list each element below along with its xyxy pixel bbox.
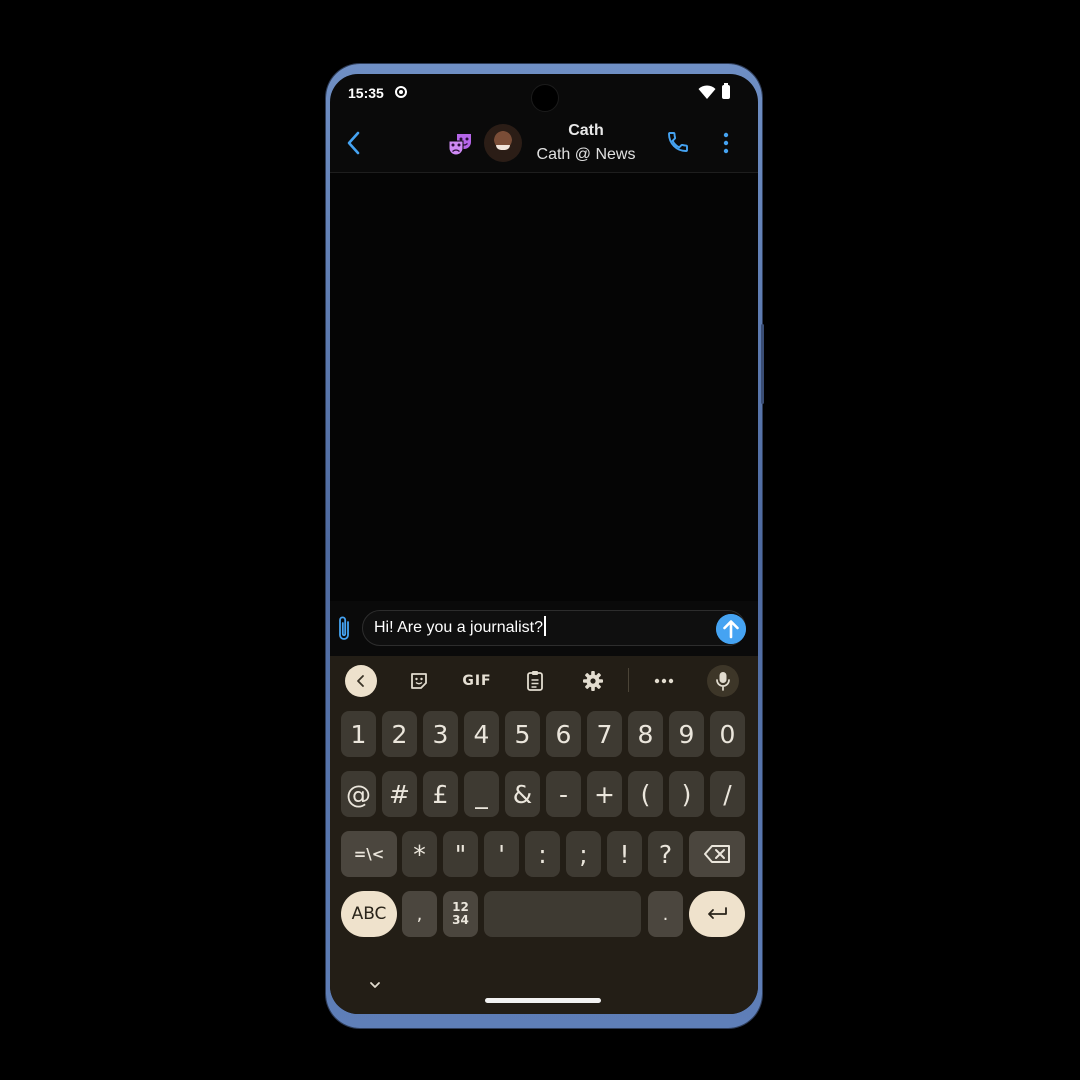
key-at[interactable]: @ bbox=[341, 771, 376, 817]
contact-avatar[interactable] bbox=[484, 124, 522, 162]
key-double-quote[interactable]: " bbox=[443, 831, 478, 877]
key-slash[interactable]: / bbox=[710, 771, 745, 817]
key-hash[interactable]: # bbox=[382, 771, 417, 817]
wifi-icon bbox=[698, 85, 716, 99]
battery-icon bbox=[722, 83, 730, 99]
key-2[interactable]: 2 bbox=[382, 711, 417, 757]
chevron-left-icon bbox=[357, 675, 364, 687]
abc-key[interactable]: ABC bbox=[341, 891, 397, 937]
voice-input-button[interactable] bbox=[707, 665, 739, 697]
navigation-bar bbox=[330, 960, 758, 1014]
key-asterisk[interactable]: * bbox=[402, 831, 437, 877]
clipboard-button[interactable] bbox=[522, 665, 548, 697]
fraction-key-bottom: 34 bbox=[452, 913, 469, 927]
key-pound[interactable]: £ bbox=[423, 771, 458, 817]
back-arrow-icon[interactable] bbox=[344, 130, 364, 156]
key-question[interactable]: ? bbox=[648, 831, 683, 877]
theatre-masks-icon bbox=[448, 134, 471, 156]
status-bar: 15:35 bbox=[330, 74, 758, 114]
backspace-key[interactable] bbox=[689, 831, 745, 877]
settings-button[interactable] bbox=[580, 665, 606, 697]
sticker-icon bbox=[411, 673, 427, 689]
key-9[interactable]: 9 bbox=[669, 711, 704, 757]
key-plus[interactable]: + bbox=[587, 771, 622, 817]
message-input[interactable]: Hi! Are you a journalist? bbox=[362, 610, 746, 646]
attachment-paperclip-icon[interactable] bbox=[334, 614, 354, 644]
enter-return-icon bbox=[708, 907, 727, 919]
phone-screen: 15:35 Cath Cath @ News Hi! Are you a jou… bbox=[330, 74, 758, 1014]
key-1[interactable]: 1 bbox=[341, 711, 376, 757]
key-semicolon[interactable]: ; bbox=[566, 831, 601, 877]
key-underscore[interactable]: _ bbox=[464, 771, 499, 817]
key-exclamation[interactable]: ! bbox=[607, 831, 642, 877]
microphone-icon bbox=[716, 672, 730, 691]
key-8[interactable]: 8 bbox=[628, 711, 663, 757]
key-7[interactable]: 7 bbox=[587, 711, 622, 757]
front-camera bbox=[531, 84, 559, 112]
message-input-text: Hi! Are you a journalist? bbox=[374, 619, 543, 636]
contact-subtitle[interactable]: Cath @ News bbox=[526, 146, 646, 164]
backspace-icon bbox=[704, 845, 730, 863]
space-key[interactable] bbox=[484, 891, 641, 937]
comma-key[interactable]: , bbox=[402, 891, 437, 937]
send-button[interactable] bbox=[716, 614, 746, 644]
key-minus[interactable]: - bbox=[546, 771, 581, 817]
clipboard-icon bbox=[527, 671, 543, 691]
key-colon[interactable]: : bbox=[525, 831, 560, 877]
toolbar-divider bbox=[628, 668, 629, 692]
period-key[interactable]: . bbox=[648, 891, 683, 937]
status-time: 15:35 bbox=[348, 85, 384, 101]
message-list[interactable] bbox=[330, 173, 758, 601]
more-symbols-key[interactable]: =\< bbox=[341, 831, 397, 877]
enter-key[interactable] bbox=[689, 891, 745, 937]
key-4[interactable]: 4 bbox=[464, 711, 499, 757]
key-right-paren[interactable]: ) bbox=[669, 771, 704, 817]
key-ampersand[interactable]: & bbox=[505, 771, 540, 817]
key-5[interactable]: 5 bbox=[505, 711, 540, 757]
keyboard-toolbar: GIF bbox=[330, 656, 758, 706]
hide-keyboard-chevron-icon[interactable] bbox=[368, 978, 382, 992]
more-horizontal-icon bbox=[654, 678, 674, 684]
home-gesture-handle[interactable] bbox=[485, 998, 601, 1003]
key-left-paren[interactable]: ( bbox=[628, 771, 663, 817]
key-single-quote[interactable]: ' bbox=[484, 831, 519, 877]
call-phone-icon[interactable] bbox=[666, 130, 690, 154]
sticker-button[interactable] bbox=[406, 665, 432, 697]
gif-button[interactable]: GIF bbox=[460, 665, 494, 697]
more-tools-button[interactable] bbox=[651, 665, 677, 697]
gear-icon bbox=[583, 671, 603, 691]
fraction-key[interactable]: 12 34 bbox=[443, 891, 478, 937]
contact-name[interactable]: Cath bbox=[526, 122, 646, 140]
more-options-icon[interactable] bbox=[722, 132, 730, 154]
focus-mode-icon bbox=[395, 86, 407, 98]
collapse-toolbar-button[interactable] bbox=[345, 665, 377, 697]
key-0[interactable]: 0 bbox=[710, 711, 745, 757]
key-3[interactable]: 3 bbox=[423, 711, 458, 757]
chat-header: Cath Cath @ News bbox=[330, 114, 758, 173]
key-6[interactable]: 6 bbox=[546, 711, 581, 757]
text-caret bbox=[543, 616, 546, 636]
on-screen-keyboard: GIF 1 2 3 4 5 6 7 8 9 0 @ # £ _ & - + (… bbox=[330, 656, 758, 1014]
